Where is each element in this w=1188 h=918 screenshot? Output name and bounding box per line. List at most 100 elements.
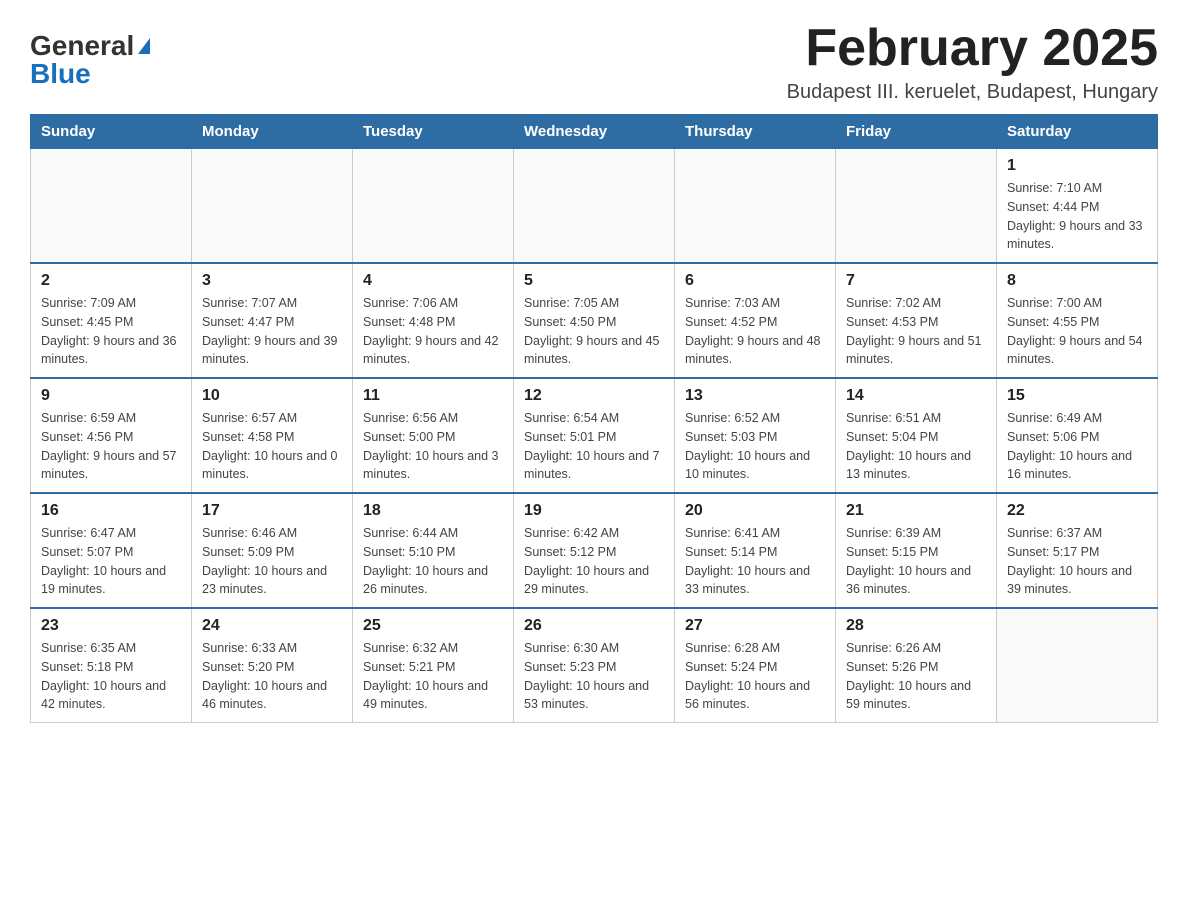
day-info: Sunrise: 7:10 AMSunset: 4:44 PMDaylight:… [1007,179,1147,254]
calendar-cell: 13Sunrise: 6:52 AMSunset: 5:03 PMDayligh… [675,378,836,493]
day-number: 5 [524,272,664,290]
calendar-cell: 16 Sunrise: 6:47 AMSunset: 5:07 PMDayligh… [31,493,192,608]
day-number: 11 [363,387,503,405]
day-number: 12 [524,387,664,405]
calendar-cell: 17 Sunrise: 6:46 AMSunset: 5:09 PMDayligh… [192,493,353,608]
day-info: Sunrise: 6:44 AMSunset: 5:10 PMDaylight:… [363,524,503,599]
day-info: Sunrise: 6:35 AMSunset: 5:18 PMDaylight:… [41,639,181,714]
day-number: 21 [846,502,986,520]
calendar-cell: 10 Sunrise: 6:57 AMSunset: 4:58 PMDayligh… [192,378,353,493]
day-number: 20 [685,502,825,520]
day-number: 23 [41,617,181,635]
calendar-table: SundayMondayTuesdayWednesdayThursdayFrid… [30,114,1158,723]
day-info: Sunrise: 6:59 AMSunset: 4:56 PMDaylight:… [41,409,181,484]
day-info: Sunrise: 6:30 AMSunset: 5:23 PMDaylight:… [524,639,664,714]
calendar-cell: 24 Sunrise: 6:33 AMSunset: 5:20 PMDayligh… [192,608,353,723]
calendar-cell: 27Sunrise: 6:28 AMSunset: 5:24 PMDayligh… [675,608,836,723]
day-info: Sunrise: 6:47 AMSunset: 5:07 PMDaylight:… [41,524,181,599]
weekday-header: Friday [836,115,997,149]
day-info: Sunrise: 6:49 AMSunset: 5:06 PMDaylight:… [1007,409,1147,484]
weekday-header: Wednesday [514,115,675,149]
calendar-cell: 12 Sunrise: 6:54 AMSunset: 5:01 PMDayligh… [514,378,675,493]
weekday-header: Tuesday [353,115,514,149]
calendar-cell: 3Sunrise: 7:07 AMSunset: 4:47 PMDaylight… [192,263,353,378]
calendar-cell [997,608,1158,723]
day-info: Sunrise: 6:32 AMSunset: 5:21 PMDaylight:… [363,639,503,714]
calendar-cell [675,149,836,264]
day-info: Sunrise: 7:07 AMSunset: 4:47 PMDaylight:… [202,294,342,369]
day-number: 4 [363,272,503,290]
day-info: Sunrise: 7:09 AMSunset: 4:45 PMDaylight:… [41,294,181,369]
calendar-subtitle: Budapest III. keruelet, Budapest, Hungar… [787,81,1158,104]
day-info: Sunrise: 6:54 AMSunset: 5:01 PMDaylight:… [524,409,664,484]
day-number: 8 [1007,272,1147,290]
calendar-cell [836,149,997,264]
day-info: Sunrise: 6:41 AMSunset: 5:14 PMDaylight:… [685,524,825,599]
title-area: February 2025 Budapest III. keruelet, Bu… [787,20,1158,104]
calendar-title: February 2025 [787,20,1158,77]
calendar-cell: 26 Sunrise: 6:30 AMSunset: 5:23 PMDayligh… [514,608,675,723]
day-number: 6 [685,272,825,290]
calendar-cell: 2 Sunrise: 7:09 AMSunset: 4:45 PMDaylight… [31,263,192,378]
calendar-week-row: 2 Sunrise: 7:09 AMSunset: 4:45 PMDaylight… [31,263,1158,378]
page-header: General Blue February 2025 Budapest III.… [30,20,1158,104]
calendar-week-row: 23 Sunrise: 6:35 AMSunset: 5:18 PMDayligh… [31,608,1158,723]
day-info: Sunrise: 7:06 AMSunset: 4:48 PMDaylight:… [363,294,503,369]
calendar-cell: 18 Sunrise: 6:44 AMSunset: 5:10 PMDayligh… [353,493,514,608]
day-info: Sunrise: 6:57 AMSunset: 4:58 PMDaylight:… [202,409,342,484]
calendar-cell: 20 Sunrise: 6:41 AMSunset: 5:14 PMDayligh… [675,493,836,608]
calendar-header-row: SundayMondayTuesdayWednesdayThursdayFrid… [31,115,1158,149]
day-info: Sunrise: 7:02 AMSunset: 4:53 PMDaylight:… [846,294,986,369]
day-number: 25 [363,617,503,635]
day-info: Sunrise: 6:37 AMSunset: 5:17 PMDaylight:… [1007,524,1147,599]
day-number: 1 [1007,157,1147,175]
day-info: Sunrise: 6:51 AMSunset: 5:04 PMDaylight:… [846,409,986,484]
day-number: 14 [846,387,986,405]
calendar-cell: 7 Sunrise: 7:02 AMSunset: 4:53 PMDaylight… [836,263,997,378]
day-number: 28 [846,617,986,635]
day-number: 26 [524,617,664,635]
weekday-header: Monday [192,115,353,149]
day-info: Sunrise: 6:56 AMSunset: 5:00 PMDaylight:… [363,409,503,484]
calendar-cell: 23 Sunrise: 6:35 AMSunset: 5:18 PMDayligh… [31,608,192,723]
day-info: Sunrise: 6:33 AMSunset: 5:20 PMDaylight:… [202,639,342,714]
calendar-cell: 11 Sunrise: 6:56 AMSunset: 5:00 PMDayligh… [353,378,514,493]
calendar-cell: 8 Sunrise: 7:00 AMSunset: 4:55 PMDaylight… [997,263,1158,378]
day-number: 18 [363,502,503,520]
calendar-cell: 9 Sunrise: 6:59 AMSunset: 4:56 PMDaylight… [31,378,192,493]
day-info: Sunrise: 7:05 AMSunset: 4:50 PMDaylight:… [524,294,664,369]
calendar-cell: 25 Sunrise: 6:32 AMSunset: 5:21 PMDayligh… [353,608,514,723]
day-number: 27 [685,617,825,635]
day-number: 22 [1007,502,1147,520]
logo-text-blue: Blue [30,58,91,90]
calendar-week-row: 9 Sunrise: 6:59 AMSunset: 4:56 PMDaylight… [31,378,1158,493]
logo-icon: General Blue [30,30,150,90]
day-number: 9 [41,387,181,405]
weekday-header: Thursday [675,115,836,149]
day-number: 16 [41,502,181,520]
day-number: 10 [202,387,342,405]
day-number: 19 [524,502,664,520]
logo: General Blue [30,30,150,90]
calendar-cell: 6 Sunrise: 7:03 AMSunset: 4:52 PMDaylight… [675,263,836,378]
day-info: Sunrise: 6:39 AMSunset: 5:15 PMDaylight:… [846,524,986,599]
day-number: 7 [846,272,986,290]
calendar-cell: 28 Sunrise: 6:26 AMSunset: 5:26 PMDayligh… [836,608,997,723]
calendar-cell: 22 Sunrise: 6:37 AMSunset: 5:17 PMDayligh… [997,493,1158,608]
calendar-cell: 14 Sunrise: 6:51 AMSunset: 5:04 PMDayligh… [836,378,997,493]
day-info: Sunrise: 6:46 AMSunset: 5:09 PMDaylight:… [202,524,342,599]
day-number: 24 [202,617,342,635]
day-info: Sunrise: 7:00 AMSunset: 4:55 PMDaylight:… [1007,294,1147,369]
calendar-cell: 15Sunrise: 6:49 AMSunset: 5:06 PMDayligh… [997,378,1158,493]
weekday-header: Sunday [31,115,192,149]
calendar-cell [353,149,514,264]
day-info: Sunrise: 6:42 AMSunset: 5:12 PMDaylight:… [524,524,664,599]
day-info: Sunrise: 7:03 AMSunset: 4:52 PMDaylight:… [685,294,825,369]
day-number: 2 [41,272,181,290]
day-info: Sunrise: 6:26 AMSunset: 5:26 PMDaylight:… [846,639,986,714]
day-number: 13 [685,387,825,405]
calendar-week-row: 16 Sunrise: 6:47 AMSunset: 5:07 PMDayligh… [31,493,1158,608]
day-number: 17 [202,502,342,520]
calendar-cell [192,149,353,264]
calendar-cell [31,149,192,264]
